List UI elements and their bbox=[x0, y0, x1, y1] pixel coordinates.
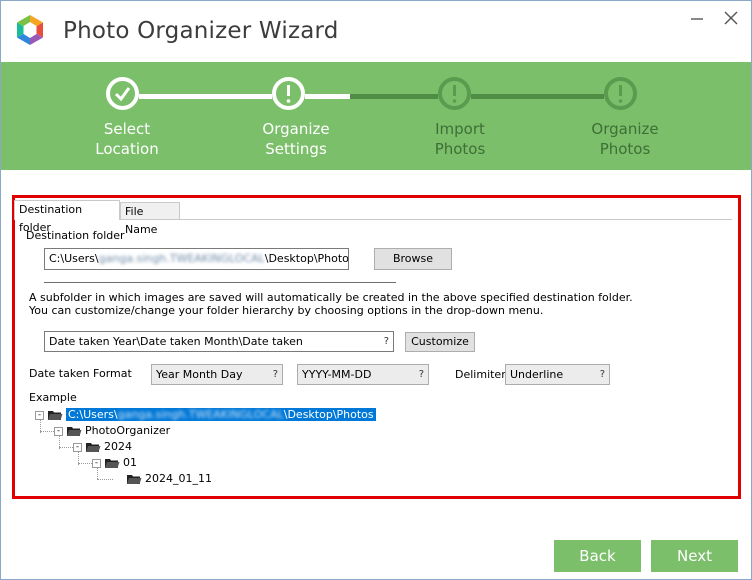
step-label-organize-photos: Organize Photos bbox=[565, 119, 685, 159]
wizard-window: Photo Organizer Wizard Select Location O… bbox=[0, 0, 752, 580]
title-bar: Photo Organizer Wizard bbox=[1, 1, 751, 61]
folder-open-icon bbox=[86, 443, 101, 452]
info-text-line2: You can customize/change your folder hie… bbox=[29, 304, 544, 317]
step-connector bbox=[305, 94, 350, 99]
step-select-location-indicator bbox=[106, 77, 139, 110]
window-title: Photo Organizer Wizard bbox=[63, 18, 339, 44]
folder-open-icon bbox=[127, 475, 142, 484]
hierarchy-dropdown[interactable]: Date taken Year\Date taken Month\Date ta… bbox=[44, 331, 394, 352]
minimize-button[interactable] bbox=[685, 7, 709, 29]
collapse-icon[interactable]: - bbox=[54, 426, 63, 436]
collapse-icon[interactable]: - bbox=[35, 410, 44, 420]
delimiter-selected: Underline bbox=[510, 368, 564, 381]
delimiter-label: Delimiter bbox=[455, 368, 506, 381]
tree-label: 01 bbox=[123, 456, 137, 469]
chevron-down-icon: ? bbox=[383, 336, 389, 347]
minimize-icon bbox=[691, 18, 703, 20]
step-label-select-location: Select Location bbox=[67, 119, 187, 159]
separator bbox=[44, 282, 396, 283]
tree-connector bbox=[78, 463, 92, 464]
folder-open-icon bbox=[48, 411, 63, 420]
step-connector bbox=[139, 94, 272, 99]
tree-connector bbox=[59, 447, 73, 448]
date-order-selected: Year Month Day bbox=[156, 368, 243, 381]
tree-label: 2024 bbox=[104, 440, 132, 453]
destination-path-field[interactable]: C:\Users\ganga.singh.TWEAKINGLOCAL\Deskt… bbox=[44, 248, 349, 270]
step-label-import-photos: Import Photos bbox=[400, 119, 520, 159]
tree-item-month[interactable]: - 01 bbox=[92, 455, 137, 471]
step-label-organize-settings: Organize Settings bbox=[236, 119, 356, 159]
step-label-line: Photos bbox=[434, 140, 486, 158]
wizard-step-bar: Select Location Organize Settings Import… bbox=[1, 62, 751, 170]
folder-open-icon bbox=[105, 459, 120, 468]
delimiter-dropdown[interactable]: Underline ? bbox=[505, 364, 610, 385]
hierarchy-selected: Date taken Year\Date taken Month\Date ta… bbox=[49, 335, 303, 348]
close-icon bbox=[724, 11, 738, 25]
tree-item-root[interactable]: - C:\Users\ganga.singh.TWEAKINGLOCAL\Desk… bbox=[35, 407, 376, 423]
step-label-line: Location bbox=[95, 140, 159, 158]
step-label-line: Import bbox=[435, 120, 485, 138]
exclamation-icon bbox=[286, 85, 291, 103]
browse-button[interactable]: Browse bbox=[374, 248, 452, 270]
chevron-down-icon: ? bbox=[272, 369, 278, 380]
tree-item-day[interactable]: 2024_01_11 bbox=[126, 471, 212, 487]
step-label-line: Organize bbox=[262, 120, 330, 138]
close-button[interactable] bbox=[719, 7, 743, 29]
chevron-down-icon: ? bbox=[418, 369, 424, 380]
collapse-icon[interactable]: - bbox=[92, 458, 101, 468]
tree-connector bbox=[40, 431, 54, 432]
step-connector bbox=[471, 94, 604, 99]
date-pattern-selected: YYYY-MM-DD bbox=[302, 368, 372, 381]
tree-root-blurred-username: ganga.singh.TWEAKINGLOCAL bbox=[117, 408, 284, 421]
path-prefix: C:\Users\ bbox=[49, 252, 99, 265]
exclamation-icon bbox=[452, 85, 457, 103]
chevron-down-icon: ? bbox=[599, 369, 605, 380]
step-import-photos-indicator bbox=[438, 77, 471, 110]
step-organize-settings-indicator bbox=[272, 77, 305, 110]
customize-button[interactable]: Customize bbox=[405, 332, 475, 352]
tab-destination-folder[interactable]: Destination folder bbox=[14, 200, 120, 234]
step-label-line: Photos bbox=[599, 140, 651, 158]
example-label: Example bbox=[29, 391, 77, 404]
tree-root-path: C:\Users\ganga.singh.TWEAKINGLOCAL\Deskt… bbox=[66, 408, 376, 421]
step-label-line: Organize bbox=[591, 120, 659, 138]
info-text-line1: A subfolder in which images are saved wi… bbox=[29, 291, 633, 304]
tree-label: PhotoOrganizer bbox=[85, 424, 171, 437]
date-order-dropdown[interactable]: Year Month Day ? bbox=[151, 364, 283, 385]
next-button[interactable]: Next bbox=[651, 540, 738, 572]
date-pattern-dropdown[interactable]: YYYY-MM-DD ? bbox=[297, 364, 429, 385]
tree-item-photoorganizer[interactable]: - PhotoOrganizer bbox=[54, 423, 170, 439]
app-logo-icon bbox=[17, 15, 43, 45]
collapse-icon[interactable]: - bbox=[73, 442, 82, 452]
exclamation-icon bbox=[618, 85, 623, 103]
step-label-line: Select bbox=[103, 120, 151, 138]
tree-item-year[interactable]: - 2024 bbox=[73, 439, 132, 455]
step-connector bbox=[350, 94, 438, 99]
tree-connector bbox=[97, 479, 113, 480]
tree-label: 2024_01_11 bbox=[145, 472, 212, 485]
step-label-line: Settings bbox=[265, 140, 327, 158]
tree-root-prefix: C:\Users\ bbox=[68, 408, 118, 421]
step-organize-photos-indicator bbox=[604, 77, 637, 110]
tree-root-suffix: \Desktop\Photos bbox=[283, 408, 374, 421]
back-button[interactable]: Back bbox=[554, 540, 641, 572]
tab-file-name[interactable]: File Name bbox=[120, 202, 180, 236]
date-format-label: Date taken Format bbox=[29, 367, 132, 380]
path-suffix: \Desktop\Photos bbox=[264, 252, 349, 265]
checkmark-icon bbox=[114, 87, 131, 102]
folder-open-icon bbox=[67, 427, 82, 436]
path-blurred-username: ganga.singh.TWEAKINGLOCAL bbox=[98, 252, 265, 265]
